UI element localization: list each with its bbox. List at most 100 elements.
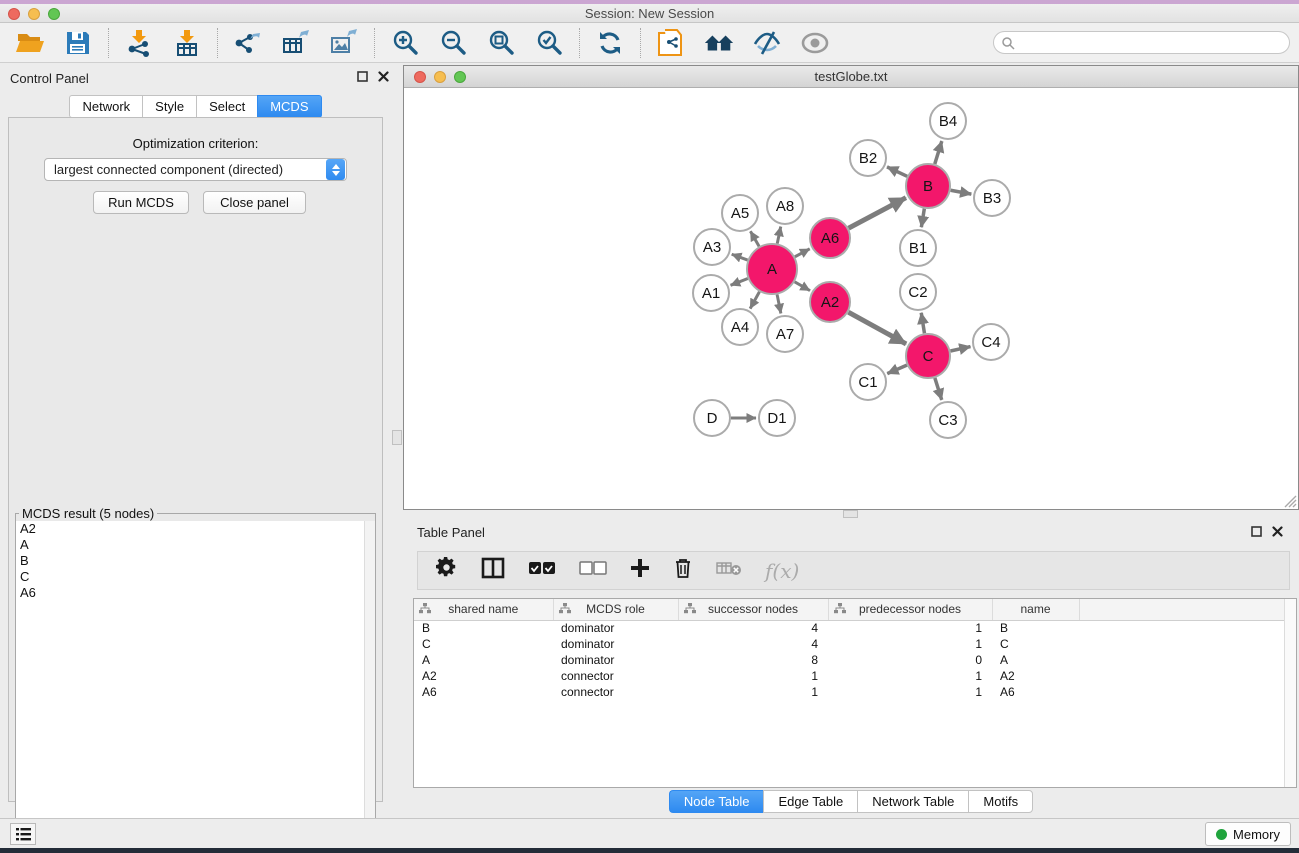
result-scrollbar[interactable]	[364, 521, 375, 846]
network-canvas[interactable]: AA1A3A4A5A7A8A6A2BB1B2B3B4CC1C2C3C4DD1	[404, 88, 1298, 509]
table-row-a6[interactable]: A6connector11A6	[414, 684, 1286, 700]
node-A2[interactable]: A2	[810, 282, 850, 322]
edge-A-A5[interactable]	[750, 231, 759, 246]
edge-C-C1[interactable]	[887, 365, 907, 374]
hide-selected-icon[interactable]	[751, 28, 783, 58]
close-panel-button[interactable]: Close panel	[203, 191, 306, 214]
result-item-b[interactable]: B	[16, 553, 375, 569]
node-B4[interactable]: B4	[930, 103, 966, 139]
criterion-select[interactable]: largest connected component (directed)	[44, 158, 347, 181]
zoom-fit-icon[interactable]	[485, 28, 517, 58]
node-B2[interactable]: B2	[850, 140, 886, 176]
task-history-button[interactable]	[10, 823, 36, 845]
table-row-a[interactable]: Adominator80A	[414, 652, 1286, 668]
zoom-out-icon[interactable]	[437, 28, 469, 58]
close-window-button[interactable]	[8, 8, 20, 20]
resize-grip-icon[interactable]	[1283, 494, 1297, 508]
node-A4[interactable]: A4	[722, 309, 758, 345]
node-C[interactable]: C	[906, 334, 950, 378]
table-scrollbar[interactable]	[1284, 599, 1296, 787]
result-item-a[interactable]: A	[16, 537, 375, 553]
tab-mcds[interactable]: MCDS	[257, 95, 321, 118]
select-all-columns-icon[interactable]	[528, 561, 556, 580]
column-header-name[interactable]: name	[992, 599, 1079, 620]
result-item-a6[interactable]: A6	[16, 585, 375, 601]
search-box[interactable]	[993, 31, 1290, 54]
delete-column-icon[interactable]	[673, 557, 693, 584]
tab-select[interactable]: Select	[196, 95, 257, 118]
import-network-icon[interactable]	[123, 28, 155, 58]
tab-network[interactable]: Network	[69, 95, 142, 118]
network-minimize-button[interactable]	[434, 71, 446, 83]
run-mcds-button[interactable]: Run MCDS	[93, 191, 189, 214]
node-B1[interactable]: B1	[900, 230, 936, 266]
edge-A6-B[interactable]	[849, 198, 906, 228]
column-header-predecessor-nodes[interactable]: predecessor nodes	[828, 599, 992, 620]
edge-A-A6[interactable]	[795, 249, 810, 257]
edge-A-A1[interactable]	[731, 279, 748, 286]
table-columns-icon[interactable]	[481, 557, 505, 584]
node-D1[interactable]: D1	[759, 400, 795, 436]
import-table-icon[interactable]	[171, 28, 203, 58]
tab-node-table[interactable]: Node Table	[669, 790, 764, 813]
close-table-panel-icon[interactable]	[1272, 526, 1283, 537]
export-image-icon[interactable]	[328, 28, 360, 58]
node-A8[interactable]: A8	[767, 188, 803, 224]
node-A[interactable]: A	[747, 244, 797, 294]
node-A3[interactable]: A3	[694, 229, 730, 265]
network-window-titlebar[interactable]: testGlobe.txt	[404, 66, 1298, 88]
edge-A-A8[interactable]	[777, 227, 781, 244]
node-B3[interactable]: B3	[974, 180, 1010, 216]
node-A1[interactable]: A1	[693, 275, 729, 311]
node-A7[interactable]: A7	[767, 316, 803, 352]
node-D[interactable]: D	[694, 400, 730, 436]
search-input[interactable]	[1015, 36, 1289, 50]
divider-grip-bottom[interactable]	[843, 510, 858, 518]
node-C4[interactable]: C4	[973, 324, 1009, 360]
edge-C-C4[interactable]	[950, 347, 970, 351]
node-C2[interactable]: C2	[900, 274, 936, 310]
table-row-a2[interactable]: A2connector11A2	[414, 668, 1286, 684]
new-network-from-selection-icon[interactable]	[655, 28, 687, 58]
column-header-shared-name[interactable]: shared name	[414, 599, 553, 620]
zoom-in-icon[interactable]	[389, 28, 421, 58]
minimize-window-button[interactable]	[28, 8, 40, 20]
node-C1[interactable]: C1	[850, 364, 886, 400]
memory-button[interactable]: Memory	[1205, 822, 1291, 846]
deselect-all-columns-icon[interactable]	[579, 561, 607, 580]
edge-C-C2[interactable]	[921, 313, 924, 334]
edge-B-B3[interactable]	[951, 190, 972, 194]
edge-A-A7[interactable]	[777, 294, 781, 313]
network-close-button[interactable]	[414, 71, 426, 83]
node-C3[interactable]: C3	[930, 402, 966, 438]
edge-A-A4[interactable]	[750, 292, 759, 309]
edge-B-B2[interactable]	[887, 167, 907, 176]
delete-table-icon[interactable]	[716, 560, 742, 581]
edge-C-C3[interactable]	[935, 378, 942, 400]
float-table-panel-icon[interactable]	[1251, 526, 1262, 537]
network-zoom-button[interactable]	[454, 71, 466, 83]
zoom-selected-icon[interactable]	[533, 28, 565, 58]
tab-motifs[interactable]: Motifs	[968, 790, 1033, 813]
tab-edge-table[interactable]: Edge Table	[763, 790, 857, 813]
column-header-successor-nodes[interactable]: successor nodes	[678, 599, 828, 620]
result-item-c[interactable]: C	[16, 569, 375, 585]
first-neighbors-icon[interactable]	[703, 28, 735, 58]
result-item-a2[interactable]: A2	[16, 521, 375, 537]
export-table-icon[interactable]	[280, 28, 312, 58]
function-builder-icon[interactable]: f(x)	[765, 559, 799, 583]
zoom-window-button[interactable]	[48, 8, 60, 20]
table-row-b[interactable]: Bdominator41B	[414, 620, 1286, 636]
open-session-icon[interactable]	[14, 28, 46, 58]
node-B[interactable]: B	[906, 164, 950, 208]
add-column-icon[interactable]	[630, 558, 650, 583]
close-panel-icon[interactable]	[378, 71, 389, 82]
edge-A2-C[interactable]	[848, 312, 906, 344]
edge-A-A2[interactable]	[795, 282, 810, 291]
column-header-mcds-role[interactable]: MCDS role	[553, 599, 678, 620]
edge-B-B4[interactable]	[935, 141, 942, 164]
tab-network-table[interactable]: Network Table	[857, 790, 968, 813]
refresh-icon[interactable]	[594, 28, 626, 58]
edge-B-B1[interactable]	[921, 209, 924, 228]
tab-style[interactable]: Style	[142, 95, 196, 118]
